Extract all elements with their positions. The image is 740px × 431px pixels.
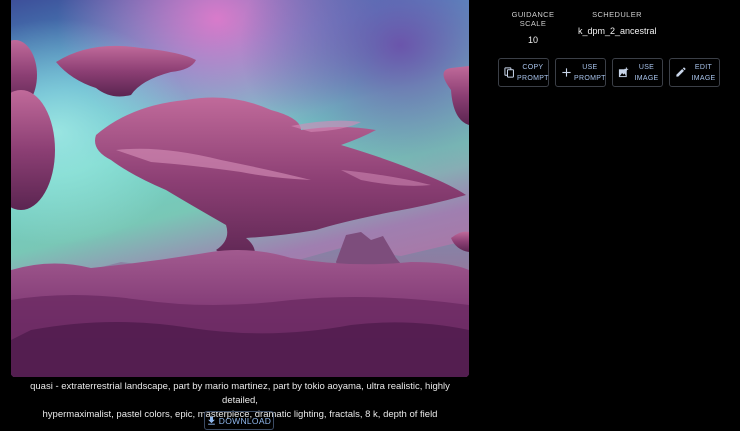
use-prompt-label-1: USE	[582, 63, 598, 71]
copy-icon	[504, 67, 515, 78]
download-icon	[207, 416, 216, 425]
image-result-page: quasi - extraterrestrial landscape, part…	[0, 0, 740, 431]
scheduler-label: SCHEDULER	[592, 10, 642, 19]
pencil-icon	[675, 67, 686, 78]
guidance-scale-label: GUIDANCE SCALE	[511, 10, 555, 28]
download-button[interactable]: DOWNLOAD	[204, 411, 274, 430]
download-label: DOWNLOAD	[218, 415, 272, 426]
edit-image-label-2: IMAGE	[691, 74, 716, 82]
use-image-button[interactable]: USE IMAGE	[612, 58, 663, 87]
use-image-label-2: IMAGE	[634, 74, 659, 82]
landscape-illustration	[11, 0, 469, 377]
prompt-caption-line-1: quasi - extraterrestrial landscape, part…	[30, 381, 450, 406]
use-prompt-button[interactable]: USE PROMPT	[555, 58, 606, 87]
generated-image[interactable]	[11, 0, 469, 377]
action-buttons: COPY PROMPT USE PROMPT USE IMAGE EDIT IM…	[498, 58, 720, 87]
copy-prompt-button[interactable]: COPY PROMPT	[498, 58, 549, 87]
add-image-icon	[618, 67, 629, 78]
guidance-scale-value: 10	[527, 35, 538, 45]
use-image-label-1: USE	[638, 63, 655, 71]
guidance-scale-param: GUIDANCE SCALE 10	[499, 10, 567, 45]
copy-prompt-label-2: PROMPT	[517, 74, 549, 82]
edit-image-button[interactable]: EDIT IMAGE	[669, 58, 720, 87]
plus-icon	[561, 67, 572, 78]
scheduler-value: k_dpm_2_ancestral	[578, 26, 657, 36]
copy-prompt-label-1: COPY	[522, 63, 544, 71]
use-prompt-label-2: PROMPT	[574, 74, 606, 82]
scheduler-param: SCHEDULER k_dpm_2_ancestral	[578, 10, 657, 36]
edit-image-label-1: EDIT	[694, 63, 713, 71]
